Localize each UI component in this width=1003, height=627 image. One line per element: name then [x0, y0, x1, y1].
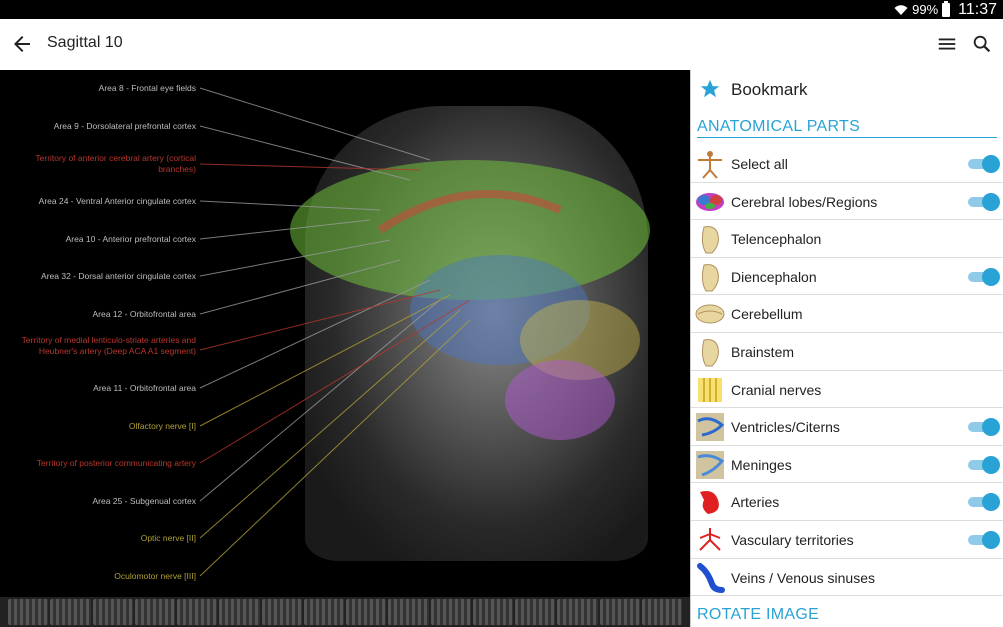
body-icon — [698, 151, 722, 179]
wifi-icon — [894, 4, 908, 15]
telencephalon-icon — [701, 226, 719, 254]
toggle-switch[interactable] — [966, 455, 1000, 474]
structure-label[interactable]: Area 25 - Subgenual cortex — [93, 496, 196, 507]
toggle-switch[interactable] — [966, 531, 1000, 549]
structure-label[interactable]: Area 10 - Anterior prefrontal cortex — [66, 234, 196, 245]
slice-thumbnail[interactable] — [641, 599, 682, 625]
side-panel: Bookmark ANATOMICAL PARTS Select all Cer… — [690, 70, 1003, 627]
slice-thumbnail-strip[interactable] — [0, 597, 690, 627]
structure-label[interactable]: Optic nerve [II] — [141, 533, 196, 544]
list-item-ventricles[interactable]: Ventricles/Citerns — [691, 408, 1003, 446]
slice-thumbnail[interactable] — [388, 599, 429, 625]
slice-thumbnail[interactable] — [8, 599, 49, 625]
brainstem-overlay — [505, 360, 615, 440]
list-item-cerebral-lobes[interactable]: Cerebral lobes/Regions — [691, 183, 1003, 221]
slice-thumbnail[interactable] — [599, 599, 640, 625]
battery-percent: 99% — [912, 2, 939, 17]
list-item-diencephalon[interactable]: Diencephalon — [691, 258, 1003, 296]
toggle-switch[interactable] — [966, 192, 1000, 211]
structure-label[interactable]: Area 24 - Ventral Anterior cingulate cor… — [39, 196, 196, 207]
toggle-switch[interactable] — [966, 418, 1000, 437]
list-item-veins[interactable]: Veins / Venous sinuses — [691, 559, 1003, 597]
back-arrow-icon[interactable] — [10, 32, 34, 56]
list-item-cerebellum[interactable]: Cerebellum — [691, 295, 1003, 333]
search-icon[interactable] — [971, 33, 993, 55]
menu-icon[interactable] — [936, 33, 958, 55]
toggle-switch[interactable] — [966, 155, 1000, 173]
toggle-switch[interactable] — [966, 493, 1000, 512]
cranial-nerves-icon — [698, 377, 722, 402]
clock: 11:37 — [958, 0, 997, 18]
list-item-vascular-territories[interactable]: Vasculary territories — [691, 521, 1003, 559]
slice-thumbnail[interactable] — [557, 599, 598, 625]
list-item-brainstem[interactable]: Brainstem — [691, 333, 1003, 371]
structure-label[interactable]: Area 32 - Dorsal anterior cingulate cort… — [41, 271, 196, 282]
structure-label[interactable]: Area 12 - Orbitofrontal area — [93, 309, 196, 320]
structure-label[interactable]: Area 11 - Orbitofrontal area — [93, 383, 196, 394]
slice-thumbnail[interactable] — [50, 599, 91, 625]
slice-thumbnail[interactable] — [430, 599, 471, 625]
structure-label[interactable]: Olfactory nerve [I] — [129, 421, 196, 432]
slice-thumbnail[interactable] — [515, 599, 556, 625]
image-viewer[interactable]: Area 8 - Frontal eye fields Area 9 - Dor… — [0, 70, 690, 597]
list-item-select-all[interactable]: Select all — [691, 145, 1003, 183]
battery-icon — [942, 0, 951, 17]
item-label: Meninges — [731, 456, 792, 473]
item-label: Cerebellum — [731, 306, 803, 323]
item-label: Vasculary territories — [731, 532, 854, 548]
structure-label[interactable]: Area 9 - Dorsolateral prefrontal cortex — [54, 121, 196, 132]
structure-label[interactable]: Territory of medial lenticulo-striate ar… — [0, 335, 196, 357]
ventricles-icon — [696, 413, 725, 442]
item-label: Brainstem — [731, 344, 795, 360]
section-rotate-image: ROTATE IMAGE — [697, 606, 820, 623]
item-label: Cerebral lobes/Regions — [731, 193, 878, 210]
structure-label[interactable]: Territory of anterior cerebral artery (c… — [0, 153, 196, 175]
item-label: Telencephalon — [731, 231, 822, 248]
list-item-arteries[interactable]: Arteries — [691, 483, 1003, 521]
star-icon — [700, 79, 720, 98]
page-title: Sagittal 10 — [47, 34, 123, 51]
section-divider — [697, 137, 997, 138]
slice-thumbnail[interactable] — [219, 599, 260, 625]
slice-thumbnail[interactable] — [472, 599, 513, 625]
vascular-territories-icon — [699, 528, 721, 551]
item-label: Cranial nerves — [731, 381, 822, 398]
structure-label[interactable]: Area 8 - Frontal eye fields — [99, 83, 196, 94]
structure-label[interactable]: Territory of posterior communicating art… — [37, 458, 196, 469]
list-item-meninges[interactable]: Meninges — [691, 446, 1003, 484]
bookmark-label: Bookmark — [731, 80, 808, 99]
brainstem-icon — [701, 339, 719, 367]
yellow-label-lines — [199, 294, 471, 577]
slice-thumbnail[interactable] — [177, 599, 218, 625]
arteries-icon — [700, 491, 719, 515]
slice-thumbnail[interactable] — [92, 599, 133, 625]
cerebellum-icon — [695, 304, 725, 324]
slice-thumbnail[interactable] — [303, 599, 344, 625]
list-item-cranial-nerves[interactable]: Cranial nerves — [691, 371, 1003, 409]
diencephalon-icon — [701, 263, 719, 292]
item-label: Ventricles/Citerns — [731, 419, 840, 436]
label-column: Area 8 - Frontal eye fields Area 9 - Dor… — [0, 70, 200, 597]
structure-label[interactable]: Oculomotor nerve [III] — [114, 571, 196, 582]
status-bar: 99% 11:37 — [0, 0, 1003, 19]
item-label: Diencephalon — [731, 268, 817, 285]
item-label: Veins / Venous sinuses — [731, 569, 875, 586]
meninges-icon — [696, 450, 725, 479]
slice-thumbnail[interactable] — [261, 599, 302, 625]
section-anatomical-parts: ANATOMICAL PARTS — [697, 118, 861, 135]
brain-lobes-icon — [696, 192, 724, 211]
slice-thumbnail[interactable] — [346, 599, 387, 625]
slice-thumbnail[interactable] — [134, 599, 175, 625]
toggle-switch[interactable] — [966, 267, 1000, 286]
veins-icon — [697, 562, 725, 593]
app-bar: Sagittal 10 — [0, 19, 1003, 70]
bookmark-row[interactable]: Bookmark — [691, 70, 1003, 108]
list-item-telencephalon[interactable]: Telencephalon — [691, 220, 1003, 258]
item-label: Arteries — [731, 494, 780, 511]
item-label: Select all — [731, 156, 788, 172]
